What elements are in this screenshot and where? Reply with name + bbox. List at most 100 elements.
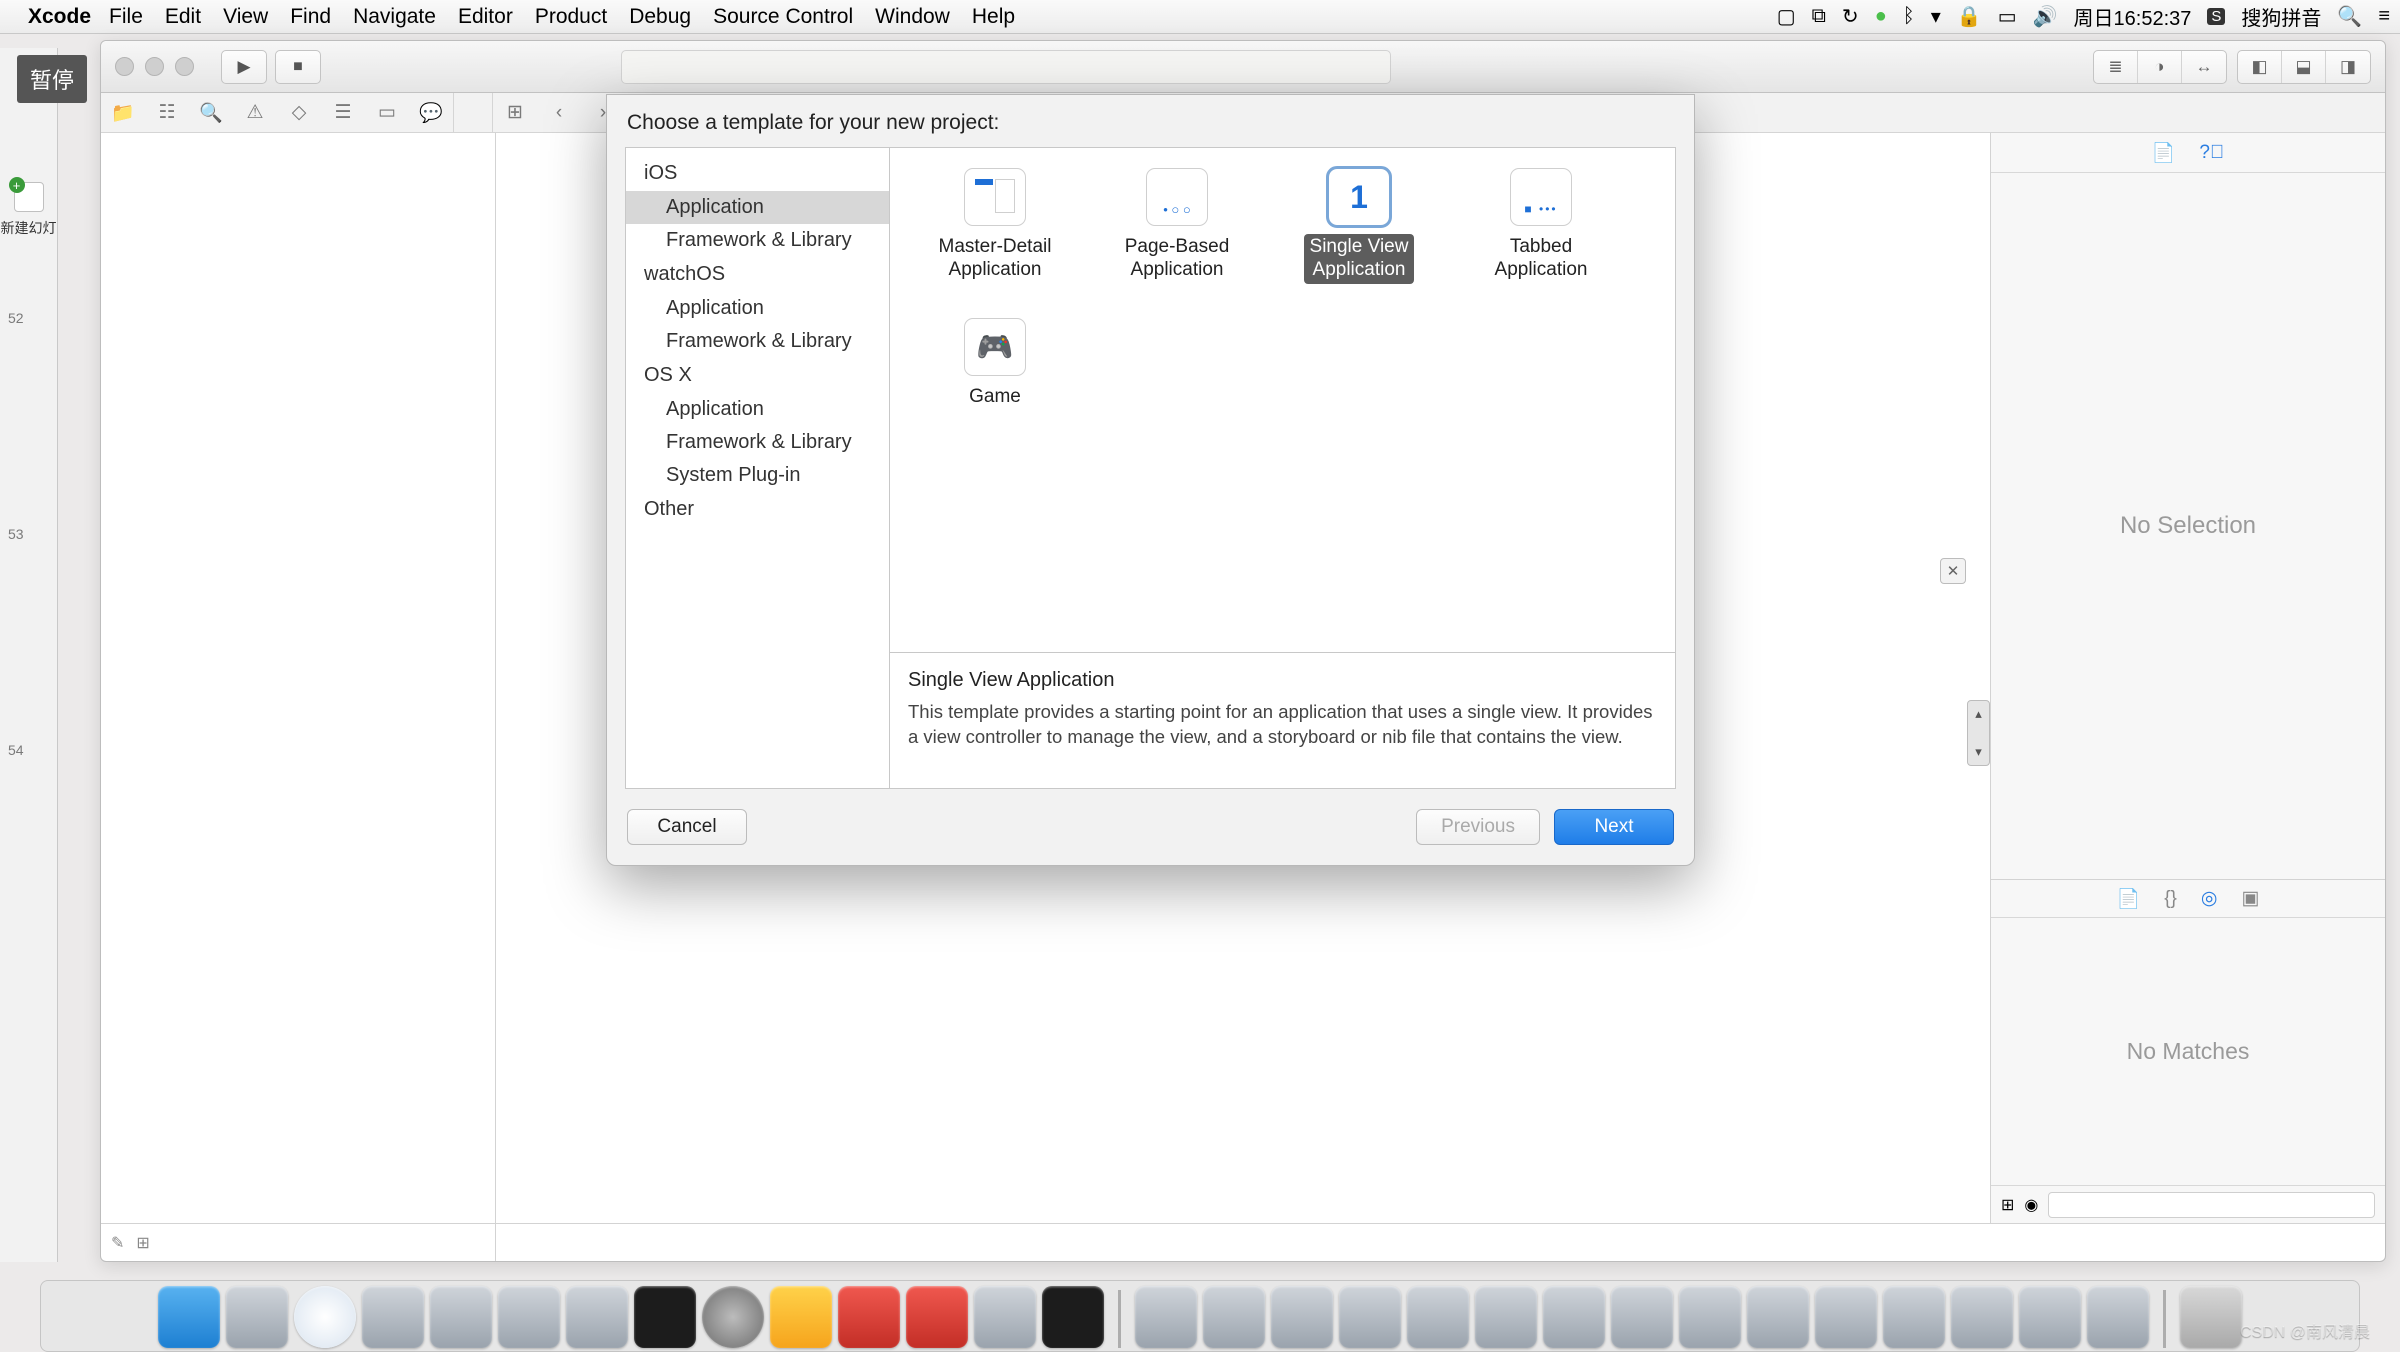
menu-product[interactable]: Product <box>535 5 607 29</box>
find-navigator-icon[interactable]: 🔍 <box>189 93 233 133</box>
dock-min-12[interactable] <box>1951 1286 2013 1348</box>
run-button[interactable]: ▶ <box>221 50 267 84</box>
dock-app-3[interactable] <box>566 1286 628 1348</box>
dock-min-8[interactable] <box>1679 1286 1741 1348</box>
sidebar-item-osx-framework[interactable]: Framework & Library <box>626 426 889 459</box>
dock-terminal[interactable] <box>634 1286 696 1348</box>
notification-center-icon[interactable]: ≡ <box>2378 5 2390 28</box>
dock-mouse[interactable] <box>362 1286 424 1348</box>
jump-grid-icon[interactable]: ⊞ <box>493 93 537 133</box>
breakpoint-navigator-icon[interactable]: ▭ <box>365 93 409 133</box>
dock-min-7[interactable] <box>1611 1286 1673 1348</box>
dock-app-4[interactable] <box>838 1286 900 1348</box>
filter-list-icon[interactable]: ✎ <box>111 1233 124 1253</box>
sidebar-item-watchos-application[interactable]: Application <box>626 292 889 325</box>
symbol-navigator-icon[interactable]: ☷ <box>145 93 189 133</box>
dock-app-2[interactable] <box>498 1286 560 1348</box>
media-library-icon[interactable]: ▣ <box>2242 887 2260 910</box>
back-icon[interactable]: ‹ <box>537 93 581 133</box>
next-button[interactable]: Next <box>1554 809 1674 845</box>
library-filter-input[interactable] <box>2048 1192 2375 1218</box>
menu-window[interactable]: Window <box>875 5 950 29</box>
template-master-detail[interactable]: Master-Detail Application <box>904 162 1086 312</box>
toggle-inspector-icon[interactable]: ◨ <box>2326 51 2370 83</box>
dock-min-14[interactable] <box>2087 1286 2149 1348</box>
dock-sketch[interactable] <box>770 1286 832 1348</box>
dock-min-4[interactable] <box>1407 1286 1469 1348</box>
dock-safari[interactable] <box>294 1286 356 1348</box>
dock-app-7[interactable] <box>1042 1286 1104 1348</box>
wifi-icon[interactable]: ▾ <box>1931 4 1941 29</box>
app-name[interactable]: Xcode <box>28 5 91 29</box>
standard-editor-icon[interactable]: ≣ <box>2094 51 2138 83</box>
battery-icon[interactable]: ▭ <box>1998 4 2017 29</box>
dock-app-8[interactable] <box>1135 1286 1197 1348</box>
menu-edit[interactable]: Edit <box>165 5 201 29</box>
traffic-close[interactable] <box>115 57 134 76</box>
spotlight-icon[interactable]: 🔍 <box>2337 4 2362 29</box>
volume-icon[interactable]: 🔊 <box>2033 4 2058 29</box>
dock-app-5[interactable] <box>906 1286 968 1348</box>
menu-view[interactable]: View <box>223 5 268 29</box>
dock-min-3[interactable] <box>1339 1286 1401 1348</box>
menu-editor[interactable]: Editor <box>458 5 513 29</box>
template-game[interactable]: 🎮 Game <box>904 312 1086 462</box>
menu-file[interactable]: File <box>109 5 143 29</box>
dock-sysprefs[interactable] <box>702 1286 764 1348</box>
filter-grid-icon[interactable]: ⊞ <box>136 1233 149 1253</box>
dock-min-5[interactable] <box>1475 1286 1537 1348</box>
sidebar-item-ios-application[interactable]: Application <box>626 191 889 224</box>
dock-app-6[interactable] <box>974 1286 1036 1348</box>
file-inspector-icon[interactable]: 📄 <box>2152 141 2176 165</box>
traffic-zoom[interactable] <box>175 57 194 76</box>
menu-sourcecontrol[interactable]: Source Control <box>713 5 853 29</box>
test-navigator-icon[interactable]: ◇ <box>277 93 321 133</box>
assistant-editor-icon[interactable]: ◑ <box>2138 51 2182 83</box>
menu-find[interactable]: Find <box>290 5 331 29</box>
sync-icon[interactable]: ↻ <box>1842 4 1859 29</box>
stop-button[interactable]: ■ <box>275 50 321 84</box>
object-library-icon[interactable]: ◎ <box>2201 887 2218 910</box>
previous-button[interactable]: Previous <box>1416 809 1540 845</box>
report-navigator-icon[interactable]: 💬 <box>409 93 453 133</box>
debug-navigator-icon[interactable]: ☰ <box>321 93 365 133</box>
version-editor-icon[interactable]: ↔ <box>2182 51 2226 83</box>
library-filter-icon[interactable]: ◉ <box>2024 1195 2038 1215</box>
traffic-min[interactable] <box>145 57 164 76</box>
dock-trash[interactable] <box>2180 1286 2242 1348</box>
tablet-icon[interactable]: ▢ <box>1777 4 1796 29</box>
dock-min-2[interactable] <box>1271 1286 1333 1348</box>
template-single-view[interactable]: 1 Single View Application <box>1268 162 1450 312</box>
lock-icon[interactable]: 🔒 <box>1957 4 1982 29</box>
quickhelp-inspector-icon[interactable]: ?⃝ <box>2199 142 2224 164</box>
dock-min-9[interactable] <box>1747 1286 1809 1348</box>
sidebar-item-osx-plugin[interactable]: System Plug-in <box>626 459 889 492</box>
scroll-indicator[interactable]: ▴▾ <box>1967 700 1990 766</box>
clock-text[interactable]: 周日16:52:37 <box>2074 2 2192 31</box>
close-editor-button[interactable]: ✕ <box>1940 558 1966 584</box>
dock-min-13[interactable] <box>2019 1286 2081 1348</box>
toggle-debug-icon[interactable]: ⬓ <box>2282 51 2326 83</box>
project-navigator-icon[interactable]: 📁 <box>101 93 145 133</box>
template-page-based[interactable]: Page-Based Application <box>1086 162 1268 312</box>
ime-badge[interactable]: S <box>2207 8 2225 25</box>
library-grid-icon[interactable]: ⊞ <box>2001 1195 2014 1215</box>
dock-app-1[interactable] <box>430 1286 492 1348</box>
code-snippets-icon[interactable]: {} <box>2164 888 2177 910</box>
dock-min-1[interactable] <box>1203 1286 1265 1348</box>
ime-name[interactable]: 搜狗拼音 <box>2241 2 2321 31</box>
bluetooth-icon[interactable]: ᛒ <box>1903 5 1915 28</box>
displays-icon[interactable]: ⧉ <box>1812 5 1826 28</box>
sidebar-item-osx-application[interactable]: Application <box>626 393 889 426</box>
sidebar-item-ios-framework[interactable]: Framework & Library <box>626 224 889 257</box>
dock-launchpad[interactable] <box>226 1286 288 1348</box>
dock-min-11[interactable] <box>1883 1286 1945 1348</box>
menu-navigate[interactable]: Navigate <box>353 5 436 29</box>
menu-debug[interactable]: Debug <box>629 5 691 29</box>
dock-min-6[interactable] <box>1543 1286 1605 1348</box>
issue-navigator-icon[interactable]: ⚠ <box>233 93 277 133</box>
dock-min-10[interactable] <box>1815 1286 1877 1348</box>
dock-finder[interactable] <box>158 1286 220 1348</box>
file-templates-icon[interactable]: 📄 <box>2117 887 2141 911</box>
sidebar-item-watchos-framework[interactable]: Framework & Library <box>626 325 889 358</box>
